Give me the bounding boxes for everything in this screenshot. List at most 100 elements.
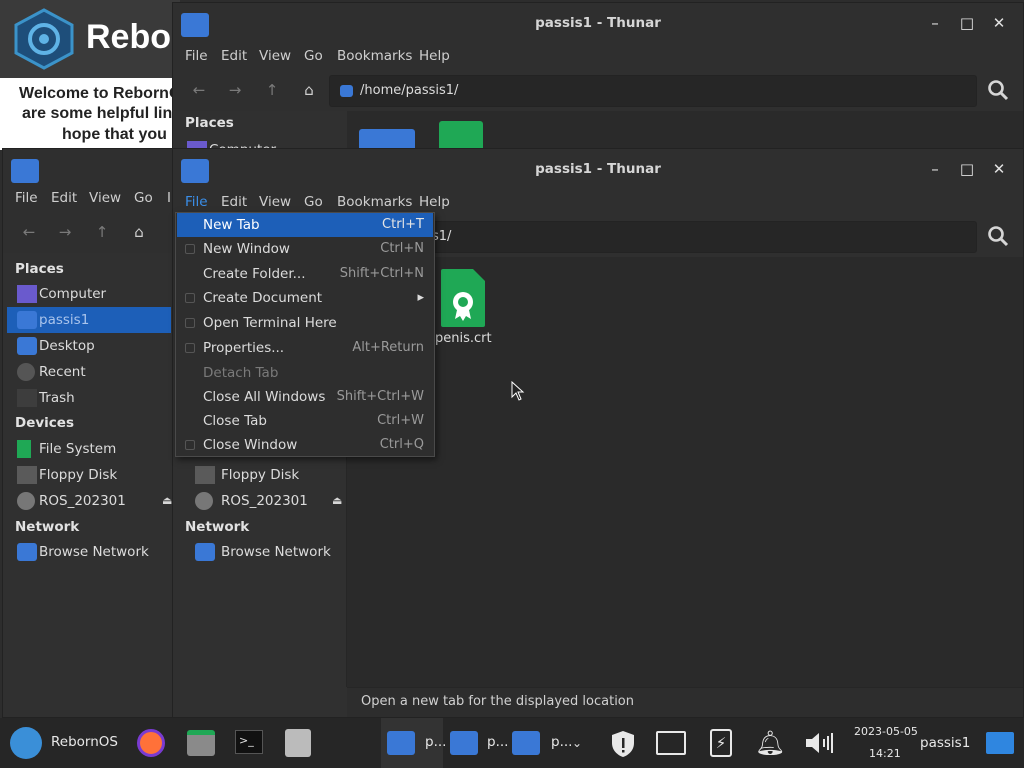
welcome-line-3: hope that you e bbox=[62, 126, 180, 143]
sidebar-item-desktop[interactable]: Desktop bbox=[3, 333, 159, 359]
sidebar-item-label: Recent bbox=[39, 364, 86, 380]
menu-go[interactable]: Go bbox=[304, 48, 323, 64]
menu-view[interactable]: View bbox=[89, 190, 121, 206]
file-view[interactable]: penis.crt bbox=[347, 257, 1023, 687]
menu-file[interactable]: File bbox=[185, 48, 208, 64]
window-button-label: p... bbox=[425, 734, 447, 750]
menu-item-label: Detach Tab bbox=[203, 365, 279, 381]
titlebar[interactable] bbox=[3, 149, 177, 185]
menu-help[interactable]: Help bbox=[419, 194, 450, 210]
notification-bell-icon[interactable]: 🔔︎ bbox=[754, 718, 786, 768]
sidebar-item-passis1[interactable]: passis1 bbox=[7, 307, 171, 333]
close-button[interactable]: ✕ bbox=[991, 161, 1007, 177]
search-icon[interactable] bbox=[987, 225, 1009, 247]
sidebar-item-label: Desktop bbox=[39, 338, 95, 354]
terminal-launcher[interactable]: >_ bbox=[234, 718, 264, 768]
disk-utility-launcher[interactable] bbox=[284, 718, 314, 768]
clock[interactable]: 2023-05-05 14:21 bbox=[848, 718, 918, 768]
menu-bookmarks[interactable]: Bookmarks bbox=[337, 194, 412, 210]
location-path: /home/passis1/ bbox=[360, 83, 459, 98]
menu-file[interactable]: File bbox=[15, 190, 38, 206]
file-view[interactable] bbox=[347, 111, 1023, 151]
sidebar-item-trash[interactable]: Trash bbox=[3, 385, 159, 411]
show-desktop-button[interactable] bbox=[982, 718, 1018, 768]
firefox-launcher[interactable] bbox=[136, 718, 166, 768]
titlebar[interactable]: passis1 - Thunar – □ ✕ bbox=[173, 149, 1023, 189]
desktop-icon bbox=[17, 337, 37, 355]
close-button[interactable]: ✕ bbox=[991, 15, 1007, 31]
menu-item-new-tab[interactable]: New Tab Ctrl+T bbox=[177, 213, 433, 237]
back-arrow-icon[interactable]: ← bbox=[190, 81, 208, 99]
menu-item-label: Close Tab bbox=[203, 413, 267, 429]
sidebar-item-label: ROS_202301 bbox=[39, 493, 126, 509]
menu-help[interactable]: Help bbox=[419, 48, 450, 64]
location-bar[interactable]: /home/passis1/ bbox=[329, 75, 977, 107]
titlebar[interactable]: passis1 - Thunar – □ ✕ bbox=[173, 3, 1023, 43]
sidebar-item-floppy-disk[interactable]: Floppy Disk bbox=[3, 462, 159, 488]
security-tray[interactable] bbox=[608, 718, 638, 768]
menu-item-close-all-windows[interactable]: Close All Windows Shift+Ctrl+W bbox=[177, 385, 433, 409]
menu-item-create-folder[interactable]: Create Folder... Shift+Ctrl+N bbox=[177, 262, 433, 286]
sidebar-item-computer[interactable]: Computer bbox=[3, 281, 159, 307]
home-icon[interactable]: ⌂ bbox=[130, 223, 148, 241]
sidebar-item-browse-network[interactable]: Browse Network bbox=[173, 539, 347, 565]
home-folder-icon bbox=[11, 159, 39, 183]
menu-view[interactable]: View bbox=[259, 48, 291, 64]
menu-edit[interactable]: Edit bbox=[221, 48, 247, 64]
eject-icon[interactable]: ⏏ bbox=[162, 494, 172, 507]
forward-arrow-icon[interactable]: → bbox=[226, 81, 244, 99]
menu-item-properties[interactable]: Properties... Alt+Return bbox=[177, 336, 433, 360]
sidebar-item-browse-network[interactable]: Browse Network bbox=[3, 539, 159, 565]
menu-go[interactable]: Go bbox=[304, 194, 323, 210]
rebornos-logo-icon bbox=[10, 727, 42, 759]
network-tray[interactable] bbox=[654, 718, 688, 768]
menu-item-open-terminal[interactable]: Open Terminal Here bbox=[177, 311, 433, 335]
file-manager-launcher[interactable] bbox=[186, 718, 216, 768]
thunar-window-back[interactable]: passis1 - Thunar – □ ✕ File Edit View Go… bbox=[172, 2, 1024, 152]
home-icon[interactable]: ⌂ bbox=[300, 81, 318, 99]
menu-item-create-document[interactable]: Create Document ▸ bbox=[177, 286, 433, 310]
up-arrow-icon[interactable]: ↑ bbox=[263, 81, 281, 99]
menu-item-close-window[interactable]: Close Window Ctrl+Q bbox=[177, 433, 433, 457]
menu-item-label: New Tab bbox=[203, 217, 260, 233]
menubar: File Edit View Go Bookmarks Help bbox=[173, 43, 1023, 71]
thunar-window-left[interactable]: File Edit View Go I ← → ↑ ⌂ Places Compu… bbox=[2, 148, 178, 718]
taskbar-window-button-2[interactable]: p... bbox=[446, 718, 508, 768]
taskbar-window-button-3[interactable]: p... bbox=[510, 718, 572, 768]
sidebar-item-ros-202301[interactable]: ROS_202301 bbox=[173, 488, 347, 514]
menu-item-label: Properties... bbox=[203, 340, 285, 356]
sidebar-item-ros-202301[interactable]: ROS_202301 bbox=[3, 488, 159, 514]
maximize-button[interactable]: □ bbox=[959, 15, 975, 31]
places-heading: Places bbox=[15, 261, 64, 277]
back-arrow-icon[interactable]: ← bbox=[20, 223, 38, 241]
sidebar-item-floppy-disk[interactable]: Floppy Disk bbox=[173, 462, 347, 488]
user-menu[interactable]: passis1 bbox=[918, 718, 970, 768]
menu-bookmarks[interactable]: I bbox=[167, 190, 171, 206]
up-arrow-icon[interactable]: ↑ bbox=[93, 223, 111, 241]
menu-item-new-window[interactable]: New Window Ctrl+N bbox=[177, 237, 433, 261]
volume-tray[interactable] bbox=[802, 718, 836, 768]
search-icon[interactable] bbox=[987, 79, 1009, 101]
start-menu-button[interactable]: RebornOS bbox=[8, 718, 118, 768]
menu-view[interactable]: View bbox=[259, 194, 291, 210]
menu-edit[interactable]: Edit bbox=[221, 194, 247, 210]
terminal-icon bbox=[185, 318, 195, 328]
menu-edit[interactable]: Edit bbox=[51, 190, 77, 206]
maximize-button[interactable]: □ bbox=[959, 161, 975, 177]
menu-file[interactable]: File bbox=[185, 194, 208, 210]
chevron-down-icon[interactable]: ⌄ bbox=[572, 718, 588, 768]
menu-item-detach-tab: Detach Tab bbox=[177, 361, 433, 385]
minimize-button[interactable]: – bbox=[927, 161, 943, 177]
menu-item-close-tab[interactable]: Close Tab Ctrl+W bbox=[177, 409, 433, 433]
file-name: penis.crt bbox=[435, 331, 492, 346]
sidebar-item-file-system[interactable]: File System bbox=[3, 436, 159, 462]
eject-icon[interactable]: ⏏ bbox=[332, 494, 342, 507]
taskbar-window-button-1[interactable]: p... bbox=[381, 718, 447, 768]
forward-arrow-icon[interactable]: → bbox=[56, 223, 74, 241]
power-tray[interactable]: ⚡ bbox=[706, 718, 736, 768]
menu-go[interactable]: Go bbox=[134, 190, 153, 206]
minimize-button[interactable]: – bbox=[927, 15, 943, 31]
sidebar: Places Computer bbox=[173, 111, 347, 151]
menu-bookmarks[interactable]: Bookmarks bbox=[337, 48, 412, 64]
sidebar-item-recent[interactable]: Recent bbox=[3, 359, 159, 385]
